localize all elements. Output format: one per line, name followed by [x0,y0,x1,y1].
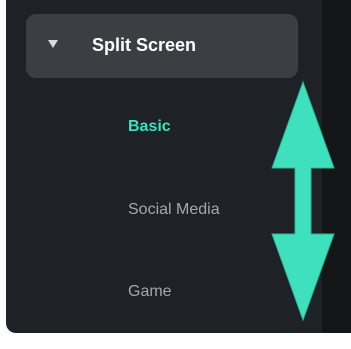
sidebar-item-social-media[interactable]: Social Media [128,201,220,219]
sidebar-item-basic[interactable]: Basic [128,118,171,136]
caret-down-icon[interactable] [48,40,58,48]
category-split-screen[interactable]: Split Screen [26,14,298,78]
category-label: Split Screen [92,35,197,55]
sidebar-item-game[interactable]: Game [128,283,172,301]
double-headed-arrow-icon [271,80,335,322]
